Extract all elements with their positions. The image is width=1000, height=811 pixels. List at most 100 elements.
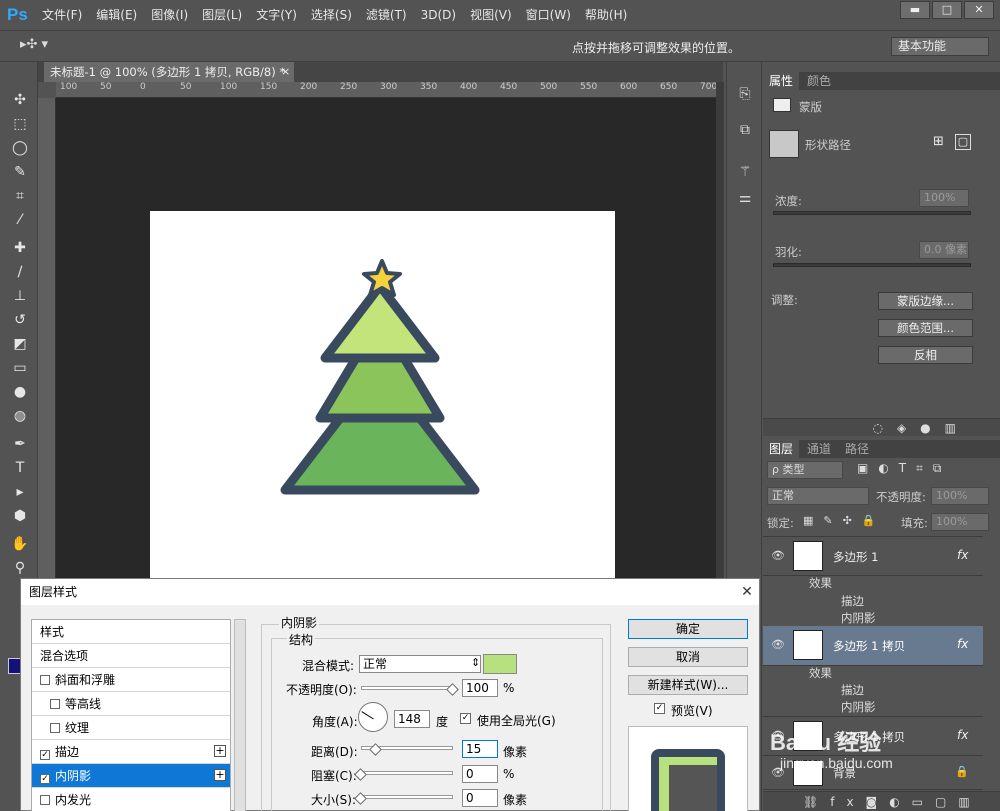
contour-checkbox[interactable] xyxy=(50,699,60,709)
tab-channels[interactable]: 通道 xyxy=(801,440,838,458)
color-range-button[interactable]: 颜色范围... xyxy=(878,319,973,337)
blend-mode-select[interactable]: 正常 xyxy=(359,655,481,673)
menu-image[interactable]: 图像(I) xyxy=(144,0,195,30)
layer-blend-mode-select[interactable]: 正常 xyxy=(767,487,869,505)
tab-layers[interactable]: 图层 xyxy=(763,440,800,458)
opacity-input[interactable]: 100 xyxy=(462,679,498,697)
lasso-tool-icon[interactable]: ◯ xyxy=(10,138,30,158)
effect-inner-shadow[interactable]: 内阴影 xyxy=(841,610,876,626)
tab-color[interactable]: 颜色 xyxy=(801,72,838,90)
layers-footer-icons[interactable]: ⛓fx◙◐▭▢▥ xyxy=(763,791,1000,811)
global-light-checkbox[interactable]: ✓ xyxy=(460,713,471,724)
new-style-button[interactable]: 新建样式(W)... xyxy=(628,675,748,695)
add-mask-icon[interactable]: ⊞ xyxy=(933,134,949,150)
dialog-close-icon[interactable]: ✕ xyxy=(735,579,759,605)
feather-input[interactable]: 0.0 像素 xyxy=(919,241,969,259)
tab-paths[interactable]: 路径 xyxy=(839,440,876,458)
pen-tool-icon[interactable]: ✒ xyxy=(10,434,30,454)
effect-inner-shadow[interactable]: 内阴影 xyxy=(841,699,876,715)
horizontal-ruler[interactable]: 100 50 0 50 100 150 200 250 300 350 400 450 500 550 60… xyxy=(56,82,716,98)
inner-glow-checkbox[interactable] xyxy=(40,795,50,805)
polygon-tool-icon[interactable]: ⬢ xyxy=(10,506,30,526)
texture-checkbox[interactable] xyxy=(50,723,60,733)
visibility-eye-icon[interactable]: 👁 xyxy=(771,638,785,651)
close-tab-icon[interactable]: × xyxy=(281,62,290,82)
vector-mask-icon[interactable]: ▢ xyxy=(955,134,971,150)
fill-input[interactable]: 100% xyxy=(931,513,989,531)
eraser-tool-icon[interactable]: ◩ xyxy=(10,334,30,354)
stroke-checkbox[interactable]: ✓ xyxy=(40,750,50,760)
feather-slider[interactable] xyxy=(773,263,971,267)
style-item-contour[interactable]: 等高线 xyxy=(32,692,230,716)
menu-help[interactable]: 帮助(H) xyxy=(578,0,634,30)
menu-layer[interactable]: 图层(L) xyxy=(195,0,249,30)
clone-stamp-tool-icon[interactable]: ⊥ xyxy=(10,286,30,306)
menu-type[interactable]: 文字(Y) xyxy=(249,0,304,30)
invert-button[interactable]: 反相 xyxy=(878,346,973,364)
distance-input[interactable]: 15 xyxy=(462,740,498,758)
bevel-emboss-checkbox[interactable] xyxy=(40,675,50,685)
choke-slider[interactable] xyxy=(361,771,453,775)
healing-brush-tool-icon[interactable]: ✚ xyxy=(10,238,30,258)
style-item-inner-glow[interactable]: 内发光 xyxy=(32,788,230,811)
inner-shadow-checkbox[interactable]: ✓ xyxy=(40,774,50,784)
tab-properties[interactable]: 属性 xyxy=(763,72,800,90)
angle-dial[interactable] xyxy=(358,702,388,732)
cancel-button[interactable]: 取消 xyxy=(628,647,748,667)
preview-checkbox[interactable]: ✓ xyxy=(654,703,665,714)
size-input[interactable]: 0 xyxy=(462,789,498,807)
brush-tool-icon[interactable]: ∕ xyxy=(10,262,30,282)
menu-select[interactable]: 选择(S) xyxy=(304,0,359,30)
eyedropper-tool-icon[interactable]: ⁄ xyxy=(10,210,30,230)
density-slider[interactable] xyxy=(773,211,971,215)
density-input[interactable]: 100% xyxy=(919,189,969,207)
effect-stroke[interactable]: 描边 xyxy=(841,593,864,609)
layer-filter-icons[interactable]: ▣◐T⌗⧉ xyxy=(857,461,951,476)
type-tool-icon[interactable]: T xyxy=(10,458,30,478)
choke-input[interactable]: 0 xyxy=(462,765,498,783)
history-brush-tool-icon[interactable]: ↺ xyxy=(10,310,30,330)
history-panel-icon[interactable]: ⎘ xyxy=(735,84,755,104)
brush-presets-icon[interactable]: ⚚ xyxy=(735,162,755,182)
style-item-styles[interactable]: 样式 xyxy=(32,620,230,644)
menu-filter[interactable]: 滤镜(T) xyxy=(359,0,414,30)
blur-tool-icon[interactable]: ● xyxy=(10,382,30,402)
mask-edge-button[interactable]: 蒙版边缘... xyxy=(878,292,973,310)
layer-opacity-input[interactable]: 100% xyxy=(931,487,989,505)
maximize-button[interactable]: □ xyxy=(932,1,962,19)
menu-edit[interactable]: 编辑(E) xyxy=(89,0,144,30)
style-list-scrollbar[interactable] xyxy=(234,619,246,811)
workspace-select[interactable]: 基本功能 xyxy=(891,37,989,56)
path-selection-tool-icon[interactable]: ▸ xyxy=(10,482,30,502)
layer-filter-select[interactable]: ρ 类型 xyxy=(767,461,843,479)
layer-fx-icon[interactable]: fx xyxy=(957,548,968,562)
minimize-button[interactable]: ▬ xyxy=(900,1,930,19)
style-item-bevel-emboss[interactable]: 斜面和浮雕 xyxy=(32,668,230,692)
quick-select-tool-icon[interactable]: ✎ xyxy=(10,162,30,182)
visibility-eye-icon[interactable]: 👁 xyxy=(771,549,785,562)
menu-file[interactable]: 文件(F) xyxy=(35,0,89,30)
angle-input[interactable]: 148 xyxy=(394,710,430,728)
gradient-tool-icon[interactable]: ▭ xyxy=(10,358,30,378)
layer-fx-icon[interactable]: fx xyxy=(957,728,968,742)
ok-button[interactable]: 确定 xyxy=(628,619,748,639)
shadow-color-swatch[interactable] xyxy=(483,654,517,674)
clone-source-panel-icon[interactable]: ⧉ xyxy=(735,120,755,140)
menu-window[interactable]: 窗口(W) xyxy=(519,0,578,30)
menu-3d[interactable]: 3D(D) xyxy=(414,0,463,30)
size-slider[interactable] xyxy=(361,795,453,799)
add-stroke-icon[interactable]: + xyxy=(214,745,226,757)
layer-row[interactable]: 👁 多边形 1 fx xyxy=(763,536,983,576)
properties-footer-icons[interactable]: ◌◈●▥ xyxy=(763,418,1000,436)
tool-presets-icon[interactable]: ⚌ xyxy=(735,188,755,208)
zoom-tool-icon[interactable]: ⚲ xyxy=(10,558,30,578)
opacity-slider[interactable] xyxy=(361,686,453,690)
style-item-stroke[interactable]: ✓ 描边 + xyxy=(32,740,230,764)
add-inner-shadow-icon[interactable]: + xyxy=(214,769,226,781)
effect-stroke[interactable]: 描边 xyxy=(841,682,864,698)
lock-icons[interactable]: ▦✎✣🔒 xyxy=(803,514,886,527)
crop-tool-icon[interactable]: ⌗ xyxy=(10,186,30,206)
dodge-tool-icon[interactable]: ◍ xyxy=(10,406,30,426)
close-window-button[interactable]: ✕ xyxy=(964,1,994,19)
document-tab[interactable]: 未标题-1 @ 100% (多边形 1 拷贝, RGB/8) * xyxy=(44,62,294,82)
